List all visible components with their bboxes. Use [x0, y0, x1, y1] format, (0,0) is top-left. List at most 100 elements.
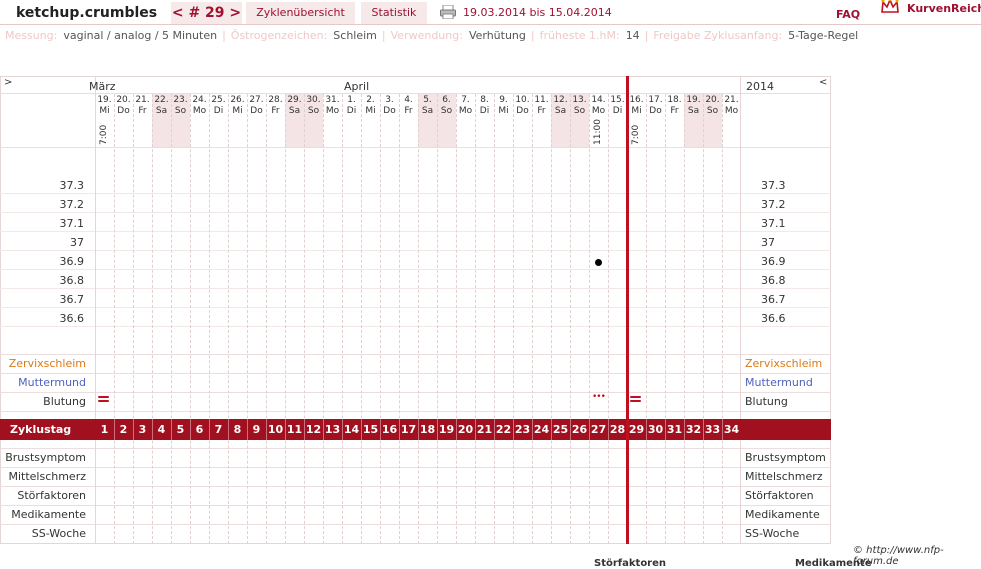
tab-cycle-overview[interactable]: Zyklenübersicht — [246, 2, 355, 24]
cycle-day-number[interactable]: 9 — [247, 423, 266, 436]
bleeding-spotting-mark[interactable]: ••• — [592, 393, 606, 402]
username[interactable]: ketchup.crumbles — [0, 2, 165, 24]
cycle-day-number[interactable]: 23 — [513, 423, 532, 436]
day-header[interactable]: 10. Do — [513, 95, 532, 117]
day-header[interactable]: 3. Do — [380, 95, 399, 117]
day-header[interactable]: 8. Di — [475, 95, 494, 117]
cycle-day-number[interactable]: 34 — [722, 423, 741, 436]
day-header[interactable]: 27. Do — [247, 95, 266, 117]
cycle-day-number[interactable]: 2 — [114, 423, 133, 436]
cycle-day-number[interactable]: 20 — [456, 423, 475, 436]
day-header[interactable]: 6. So — [437, 95, 456, 117]
cycle-day-number[interactable]: 13 — [323, 423, 342, 436]
day-header[interactable]: 13. So — [570, 95, 589, 117]
cycle-day-number[interactable]: 30 — [646, 423, 665, 436]
setting-label: Östrogenzeichen: — [230, 29, 328, 42]
cycle-day-number[interactable]: 22 — [494, 423, 513, 436]
day-header[interactable]: 28. Fr — [266, 95, 285, 117]
cycle-day-number[interactable]: 10 — [266, 423, 285, 436]
day-header[interactable]: 17. Do — [646, 95, 665, 117]
day-header[interactable]: 14. Mo — [589, 95, 608, 117]
day-header[interactable]: 21. Fr — [133, 95, 152, 117]
bleeding-heavy-mark[interactable] — [630, 396, 641, 402]
print-icon[interactable] — [440, 4, 456, 20]
cycle-day-number[interactable]: 32 — [684, 423, 703, 436]
cycle-day-number[interactable]: 5 — [171, 423, 190, 436]
cycle-day-number[interactable]: 33 — [703, 423, 722, 436]
day-weekday: Mi — [498, 106, 509, 116]
day-header[interactable]: 19. Mi — [95, 95, 114, 117]
credit-link[interactable]: © http://www.nfp-forum.de — [853, 545, 981, 567]
cycle-day-number[interactable]: 8 — [228, 423, 247, 436]
day-header[interactable]: 29. Sa — [285, 95, 304, 117]
day-header[interactable]: 26. Mi — [228, 95, 247, 117]
cycle-day-number[interactable]: 6 — [190, 423, 209, 436]
day-header[interactable]: 19. Sa — [684, 95, 703, 117]
faq-link[interactable]: FAQ — [836, 4, 860, 26]
cycle-day-separator — [152, 419, 153, 440]
grid-col-line — [494, 94, 495, 544]
cycle-day-number[interactable]: 28 — [608, 423, 627, 436]
day-header[interactable]: 9. Mi — [494, 95, 513, 117]
cycle-day-number[interactable]: 3 — [133, 423, 152, 436]
day-header[interactable]: 22. Sa — [152, 95, 171, 117]
cycle-day-number[interactable]: 29 — [627, 423, 646, 436]
day-header[interactable]: 12. Sa — [551, 95, 570, 117]
day-header[interactable]: 20. So — [703, 95, 722, 117]
cycle-day-number[interactable]: 11 — [285, 423, 304, 436]
day-date: 29. — [287, 95, 302, 105]
day-header[interactable]: 7. Mo — [456, 95, 475, 117]
day-header[interactable]: 16. Mi — [627, 95, 646, 117]
cycle-day-number[interactable]: 12 — [304, 423, 323, 436]
day-weekday: Mo — [458, 106, 473, 116]
cycle-day-number[interactable]: 1 — [95, 423, 114, 436]
day-header[interactable]: 4. Fr — [399, 95, 418, 117]
cycle-day-separator — [266, 419, 267, 440]
day-date: 31. — [325, 95, 340, 105]
cycle-day-number[interactable]: 4 — [152, 423, 171, 436]
bleeding-heavy-mark[interactable] — [98, 396, 109, 402]
day-header[interactable]: 2. Mi — [361, 95, 380, 117]
nav-prev-button[interactable]: < — [819, 77, 827, 88]
day-header[interactable]: 20. Do — [114, 95, 133, 117]
day-header[interactable]: 18. Fr — [665, 95, 684, 117]
cycle-day-number[interactable]: 25 — [551, 423, 570, 436]
day-header[interactable]: 25. Di — [209, 95, 228, 117]
day-header[interactable]: 23. So — [171, 95, 190, 117]
cycle-day-separator — [646, 419, 647, 440]
grid-col-line — [665, 94, 666, 544]
cycle-day-number[interactable]: 21 — [475, 423, 494, 436]
day-weekday: Fr — [271, 106, 280, 116]
cycle-selector[interactable]: < # 29 > — [171, 2, 242, 24]
day-header[interactable]: 31. Mo — [323, 95, 342, 117]
temperature-point[interactable] — [595, 259, 602, 266]
nav-next-button[interactable]: > — [4, 77, 12, 88]
day-header[interactable]: 21. Mo — [722, 95, 741, 117]
crown-logo-icon[interactable] — [880, 0, 900, 20]
cycle-day-number[interactable]: 31 — [665, 423, 684, 436]
cycle-day-number[interactable]: 15 — [361, 423, 380, 436]
day-header[interactable]: 15. Di — [608, 95, 627, 117]
day-header[interactable]: 11. Fr — [532, 95, 551, 117]
brand-name[interactable]: KurvenReich — [907, 0, 981, 20]
cycle-day-number[interactable]: 7 — [209, 423, 228, 436]
cycle-day-number[interactable]: 19 — [437, 423, 456, 436]
day-header[interactable]: 30. So — [304, 95, 323, 117]
cycle-day-number[interactable]: 24 — [532, 423, 551, 436]
cycle-day-separator — [361, 419, 362, 440]
cycle-day-number[interactable]: 26 — [570, 423, 589, 436]
cycle-day-number[interactable]: 16 — [380, 423, 399, 436]
cycle-day-number[interactable]: 17 — [399, 423, 418, 436]
cycle-day-separator — [304, 419, 305, 440]
temp-label: 36.8 — [59, 274, 85, 287]
day-date: 26. — [230, 95, 245, 105]
row-label: SS-Woche — [31, 527, 86, 540]
cycle-day-number[interactable]: 27 — [589, 423, 608, 436]
day-header[interactable]: 1. Di — [342, 95, 361, 117]
cycle-day-number[interactable]: 14 — [342, 423, 361, 436]
cycle-day-number[interactable]: 18 — [418, 423, 437, 436]
tab-statistics[interactable]: Statistik — [361, 2, 427, 24]
day-header[interactable]: 24. Mo — [190, 95, 209, 117]
day-header[interactable]: 5. Sa — [418, 95, 437, 117]
day-weekday: Di — [346, 106, 357, 116]
